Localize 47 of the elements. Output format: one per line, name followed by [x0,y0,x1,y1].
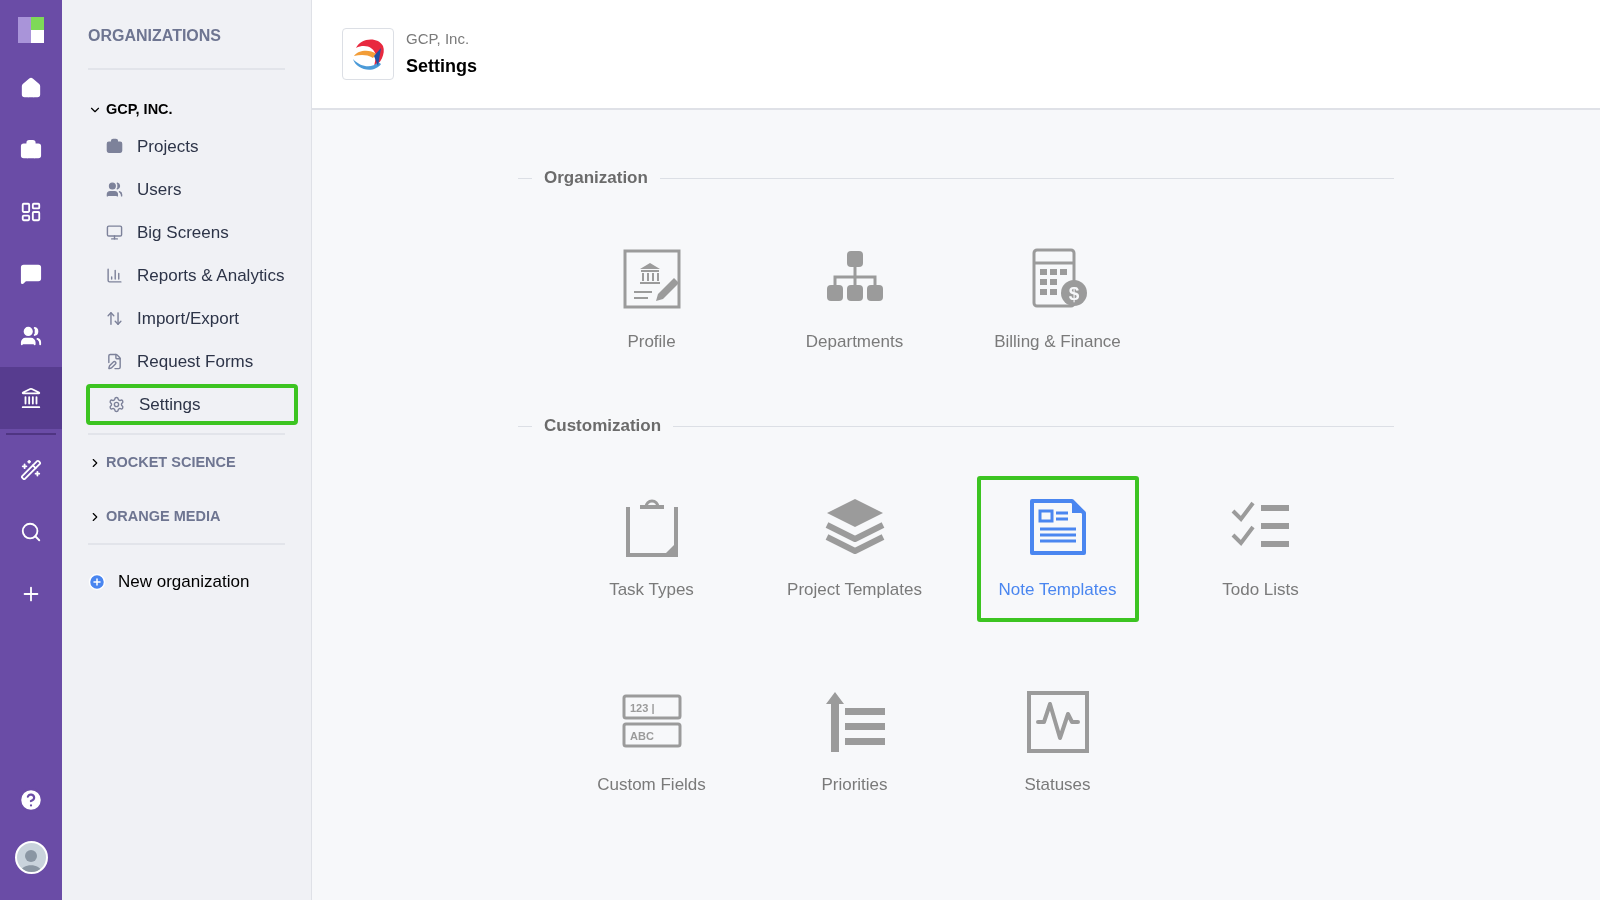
users-icon [106,181,123,198]
chat-icon [20,263,42,285]
section-heading: Customization [544,415,662,438]
sidebar-item[interactable]: Import/Export [88,298,298,339]
bar-chart-icon [106,267,123,284]
organization-toggle[interactable]: ORANGE MEDIA [88,503,221,531]
new-organization-link[interactable]: New organization [88,569,250,595]
settings-tile[interactable]: Project Templates [773,476,936,622]
settings-tile[interactable]: Note Templates [976,476,1139,622]
settings-tile[interactable]: Statuses [976,671,1139,817]
avatar[interactable] [14,841,48,874]
search-icon [20,521,42,543]
app-logo-icon[interactable] [18,17,44,43]
organization-name: GCP, Inc. [406,29,471,50]
section-heading: Organization [544,167,648,190]
settings-icon [108,396,125,413]
arrows-icon [106,310,123,327]
settings-tile[interactable]: Task Types [570,476,733,622]
sidebar-item[interactable]: Settings [86,384,298,425]
organization-toggle[interactable]: ROCKET SCIENCE [88,449,236,477]
dashboard-icon [20,201,42,223]
page-title: Settings [406,54,477,78]
magic-wand-icon [20,459,42,481]
sidebar-title: ORGANIZATIONS [88,27,222,44]
sidebar-item[interactable]: Big Screens [88,212,298,253]
sidebar-item[interactable]: Users [88,169,298,210]
sidebar-item[interactable]: Reports & Analytics [88,255,298,296]
pulse-icon [1025,690,1090,755]
settings-tile[interactable]: Priorities [773,671,936,817]
form-icon [106,353,123,370]
organization-toggle[interactable]: GCP, INC. [88,96,173,124]
settings-tile[interactable]: $ Billing & Finance [976,228,1139,374]
sidebar-item[interactable]: Projects [88,126,298,167]
screen-icon [106,224,123,241]
settings-tile[interactable]: Departments [773,228,936,374]
bank-nav-button[interactable] [0,367,62,429]
settings-tile[interactable]: 123 | ABC Custom Fields [570,671,733,817]
help-icon[interactable] [18,787,44,813]
plus-circle-icon [88,572,106,591]
users-icon [20,325,42,347]
settings-tile[interactable]: Profile [570,228,733,374]
briefcase-icon [20,139,42,161]
home-icon [20,77,42,99]
bank-icon [20,387,42,409]
settings-tile[interactable]: Todo Lists [1179,476,1342,622]
sidebar-item[interactable]: Request Forms [88,341,298,382]
briefcase-icon [106,138,123,155]
